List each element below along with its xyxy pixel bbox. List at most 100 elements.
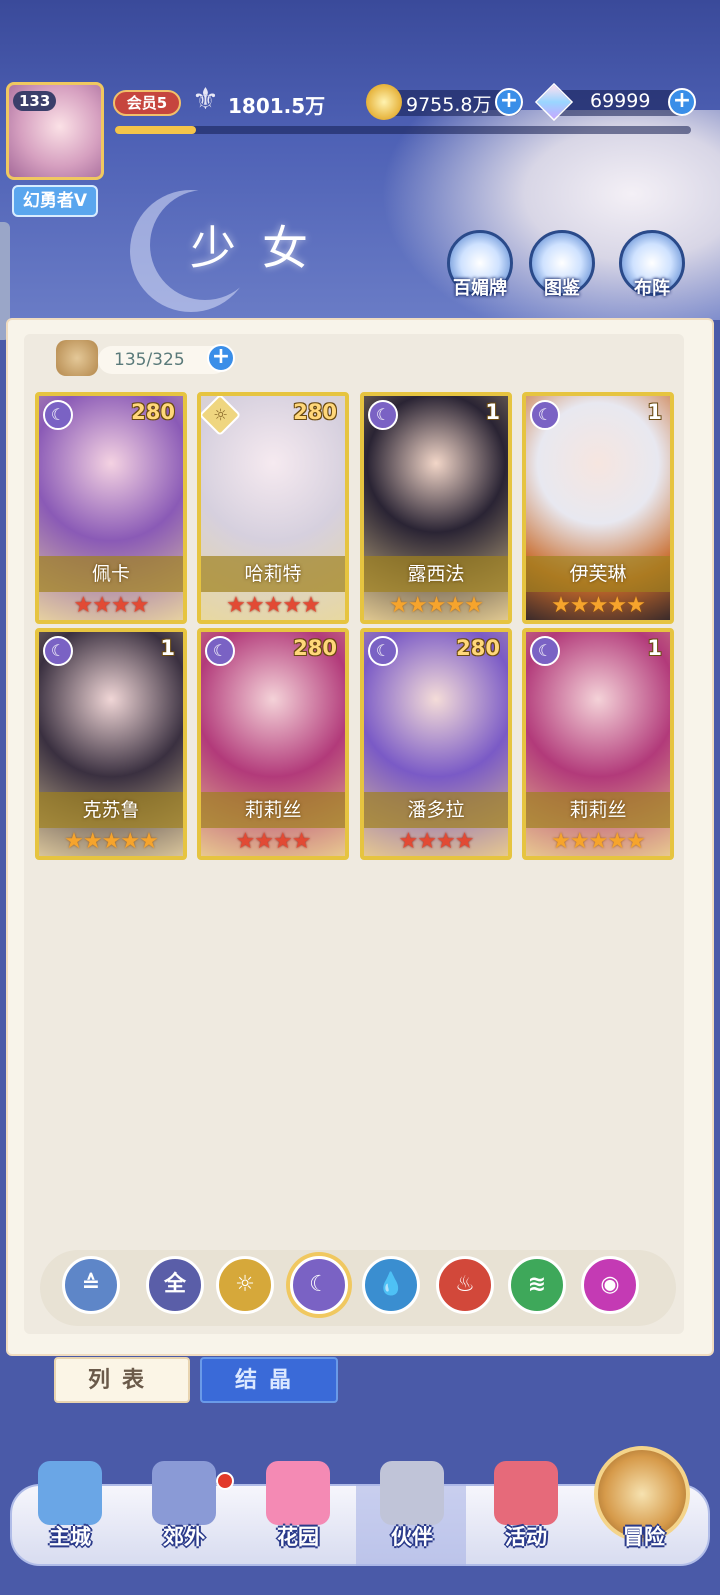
star-icon: ★	[626, 593, 646, 618]
nav-castle[interactable]: 主城	[20, 1455, 120, 1570]
nav-label: 主城	[49, 1525, 91, 1549]
star-icon: ★	[389, 593, 409, 618]
moon-element-icon: ☾	[530, 400, 560, 430]
star-icon: ★	[254, 829, 274, 854]
star-icon: ★	[101, 829, 122, 854]
moon-element-icon: ☾	[43, 636, 73, 666]
exp-bar	[115, 126, 691, 134]
partner-count: 1	[160, 636, 175, 660]
codex-button-label: 图鉴	[544, 278, 580, 299]
partner-card[interactable]: ☾ 1 露西法 ★★★★★	[360, 392, 512, 624]
filter-fire-button[interactable]: ♨	[436, 1256, 494, 1314]
cards-button-label: 百媚牌	[453, 278, 507, 299]
filter-moon-button[interactable]: ☾	[290, 1256, 348, 1314]
partner-name: 潘多拉	[364, 792, 508, 828]
star-rating: ★★★★	[39, 592, 183, 620]
star-icon: ★	[64, 829, 84, 854]
formation-button[interactable]: 布阵	[612, 230, 685, 299]
cards-button[interactable]: 百媚牌	[440, 230, 513, 299]
partner-card[interactable]: ☾ 280 潘多拉 ★★★★	[360, 628, 512, 860]
partner-name: 莉莉丝	[526, 792, 670, 828]
partner-name: 佩卡	[39, 556, 183, 592]
tab-list[interactable]: 列表	[54, 1357, 190, 1403]
partner-card[interactable]: ☾ 1 伊芙琳 ★★★★★	[522, 392, 674, 624]
star-icon: ★	[129, 593, 150, 618]
partner-card[interactable]: ☾ 280 莉莉丝 ★★★★	[197, 628, 349, 860]
star-rating: ★★★★	[364, 828, 508, 856]
heart-icon	[266, 1461, 330, 1525]
nav-label: 郊外	[163, 1525, 205, 1549]
star-icon: ★	[235, 829, 256, 854]
codex-button[interactable]: 图鉴	[522, 230, 595, 299]
star-rating: ★★★★★	[526, 828, 670, 856]
power-icon: ⚜	[192, 82, 219, 117]
moon-element-icon: ☾	[368, 636, 398, 666]
nav-gift[interactable]: 活动	[476, 1455, 576, 1570]
vip-badge[interactable]: 会员5	[113, 90, 181, 116]
filter-water-button[interactable]: 💧	[362, 1256, 420, 1314]
nav-label: 冒险	[623, 1525, 665, 1549]
partner-card[interactable]: ☾ 280 佩卡 ★★★★	[35, 392, 187, 624]
filter-sort-toggle-button[interactable]: ≙	[62, 1256, 120, 1314]
star-icon: ★	[569, 593, 590, 618]
star-icon: ★	[407, 593, 428, 618]
partner-card[interactable]: ☼ 280 哈莉特 ★★★★★	[197, 392, 349, 624]
gem-value: 69999	[590, 90, 651, 112]
gold-coin-icon	[366, 84, 402, 120]
star-rating: ★★★★	[201, 828, 345, 856]
add-gem-button[interactable]: +	[668, 88, 696, 116]
expand-capacity-button[interactable]: +	[207, 344, 235, 372]
gold-value: 9755.8万	[406, 94, 492, 116]
star-icon: ★	[111, 593, 131, 618]
partner-count: 280	[456, 636, 500, 660]
nav-heart[interactable]: 花园	[248, 1455, 348, 1570]
star-icon: ★	[551, 593, 571, 618]
star-icon: ★	[426, 593, 447, 618]
nav-sword[interactable]: 冒险	[594, 1455, 694, 1570]
capacity-current: 135	[114, 350, 147, 370]
star-icon: ★	[588, 593, 609, 618]
partner-count: 1	[647, 636, 662, 660]
player-level: 133	[13, 91, 57, 111]
gift-icon	[494, 1461, 558, 1525]
star-icon: ★	[588, 829, 609, 854]
partner-count: 280	[293, 636, 337, 660]
player-title[interactable]: 幻勇者V	[12, 185, 98, 217]
partner-card[interactable]: ☾ 1 莉莉丝 ★★★★★	[522, 628, 674, 860]
tab-crystal[interactable]: 结晶	[200, 1357, 338, 1403]
star-icon: ★	[301, 593, 321, 618]
moon-element-icon: ☾	[530, 636, 560, 666]
nav-label: 活动	[505, 1525, 547, 1549]
moon-element-icon: ☾	[368, 400, 398, 430]
partner-name: 露西法	[364, 556, 508, 592]
partner-card[interactable]: ☾ 1 克苏鲁 ★★★★★	[35, 628, 187, 860]
nav-partner[interactable]: 伙伴	[362, 1455, 462, 1570]
filter-dark-button[interactable]: ◉	[581, 1256, 639, 1314]
partner-name: 克苏鲁	[39, 792, 183, 828]
page-title: 少女	[190, 221, 334, 275]
star-icon: ★	[607, 593, 627, 618]
portal-icon	[152, 1461, 216, 1525]
star-icon: ★	[82, 829, 103, 854]
star-icon: ★	[291, 829, 312, 854]
partner-count: 280	[131, 400, 175, 424]
player-avatar[interactable]: 133	[6, 82, 104, 180]
star-rating: ★★★★★	[201, 592, 345, 620]
partner-name: 莉莉丝	[201, 792, 345, 828]
notification-dot	[216, 1472, 234, 1490]
filter-all-button[interactable]: 全	[146, 1256, 204, 1314]
formation-button-label: 布阵	[634, 278, 670, 299]
star-rating: ★★★★★	[364, 592, 508, 620]
star-rating: ★★★★★	[526, 592, 670, 620]
nav-label: 花园	[277, 1525, 319, 1549]
add-gold-button[interactable]: +	[495, 88, 523, 116]
nav-portal[interactable]: 郊外	[134, 1455, 234, 1570]
star-icon: ★	[464, 593, 484, 618]
moon-element-icon: ☾	[43, 400, 73, 430]
castle-icon	[38, 1461, 102, 1525]
filter-wind-button[interactable]: ≋	[508, 1256, 566, 1314]
filter-light-button[interactable]: ☼	[216, 1256, 274, 1314]
star-icon: ★	[139, 829, 159, 854]
star-icon: ★	[607, 829, 627, 854]
star-icon: ★	[273, 829, 293, 854]
